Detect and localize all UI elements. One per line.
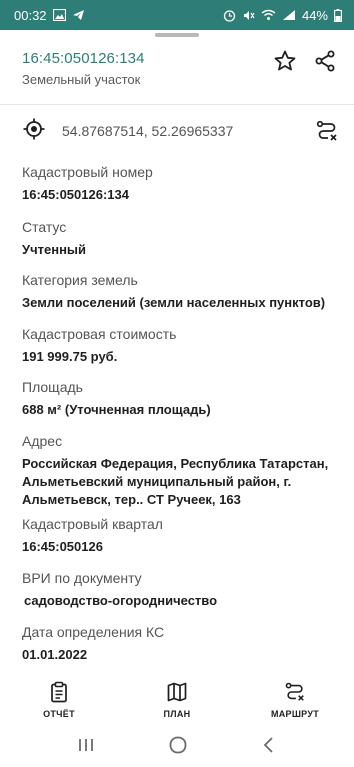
- field-value[interactable]: Земли поселений (земли населенных пункто…: [22, 294, 342, 312]
- field-value[interactable]: садоводство-огородничество: [22, 592, 342, 610]
- report-button[interactable]: ОТЧЁТ: [0, 675, 118, 727]
- field-label: ВРИ по документу: [22, 570, 142, 586]
- mute-icon: [242, 9, 255, 22]
- status-bar: 00:32 44%: [0, 0, 354, 30]
- cadastral-number-title: 16:45:050126:134: [22, 50, 145, 67]
- home-icon: [169, 736, 187, 753]
- telegram-icon: [72, 9, 85, 21]
- field-label: Кадастровый квартал: [22, 516, 163, 532]
- star-icon: [274, 50, 296, 71]
- field-cadastral-number: Кадастровый номер 16:45:050126:134: [22, 163, 342, 204]
- recent-apps-button[interactable]: [77, 737, 95, 758]
- sheet-drag-handle[interactable]: [155, 33, 199, 37]
- field-land-category: Категория земель Земли поселений (земли …: [22, 271, 342, 312]
- field-status: Статус Учтенный: [22, 218, 342, 259]
- field-valuation-date: Дата определения КС 01.01.2022: [22, 623, 342, 664]
- field-value[interactable]: 01.01.2022: [22, 646, 342, 664]
- signal-icon: [282, 9, 296, 21]
- object-header: 16:45:050126:134 Земельный участок: [22, 50, 340, 90]
- coordinates-text[interactable]: 54.87687514, 52.26965337: [62, 123, 233, 139]
- route-icon: [285, 682, 304, 701]
- bottom-action-bar: ОТЧЁТ ПЛАН МАРШРУТ: [0, 675, 354, 727]
- field-label: Дата определения КС: [22, 624, 165, 640]
- crosshair-icon[interactable]: [22, 117, 46, 146]
- coordinates-row: 54.87687514, 52.26965337: [22, 116, 340, 146]
- route-label: МАРШРУТ: [270, 709, 320, 719]
- field-cadastral-quarter: Кадастровый квартал 16:45:050126: [22, 515, 342, 556]
- back-button[interactable]: [261, 736, 277, 759]
- field-label: Адрес: [22, 433, 63, 449]
- share-icon: [315, 50, 335, 72]
- field-area: Площадь 688 м² (Уточненная площадь): [22, 378, 342, 419]
- address-line[interactable]: Альметьевский муниципальный район, г.: [22, 473, 342, 491]
- battery-icon: [334, 8, 342, 22]
- plan-label: ПЛАН: [163, 709, 191, 719]
- address-line[interactable]: Альметьевск, тер.. СТ Ручеек, 163: [22, 491, 342, 509]
- route-nav-button[interactable]: МАРШРУТ: [236, 675, 354, 727]
- field-address: Адрес Российская Федерация, Республика Т…: [22, 432, 342, 509]
- field-value[interactable]: Учтенный: [22, 241, 342, 259]
- battery-percent: 44%: [301, 7, 328, 23]
- field-label: Площадь: [22, 379, 83, 395]
- home-button[interactable]: [168, 735, 188, 760]
- share-button[interactable]: [312, 48, 338, 74]
- field-value[interactable]: 191 999.75 руб.: [22, 348, 342, 366]
- field-label: Категория земель: [22, 272, 138, 288]
- back-icon: [264, 736, 273, 753]
- favorite-button[interactable]: [272, 48, 298, 74]
- field-value[interactable]: 688 м² (Уточненная площадь): [22, 401, 342, 419]
- plan-button[interactable]: ПЛАН: [118, 675, 236, 727]
- field-label: Кадастровый номер: [22, 164, 153, 180]
- field-label: Кадастровая стоимость: [22, 326, 177, 342]
- report-label: ОТЧЁТ: [43, 709, 75, 719]
- object-type-subtitle: Земельный участок: [22, 72, 141, 87]
- recent-apps-icon: [78, 738, 93, 751]
- field-label: Статус: [22, 219, 67, 235]
- system-navigation-bar: [0, 727, 354, 767]
- wifi-icon: [261, 9, 276, 21]
- route-icon: [316, 120, 337, 141]
- field-permitted-use: ВРИ по документу садоводство-огородничес…: [22, 569, 342, 610]
- map-icon: [167, 682, 187, 702]
- field-value[interactable]: 16:45:050126: [22, 538, 342, 556]
- route-button[interactable]: [314, 118, 340, 144]
- gallery-icon: [52, 9, 66, 21]
- address-line[interactable]: Российская Федерация, Республика Татарст…: [22, 455, 342, 473]
- field-value[interactable]: 16:45:050126:134: [22, 186, 342, 204]
- status-time: 00:32: [14, 7, 47, 23]
- header-divider: [0, 104, 354, 105]
- field-cadastral-value: Кадастровая стоимость 191 999.75 руб.: [22, 325, 342, 366]
- alarm-icon: [223, 9, 236, 22]
- clipboard-icon: [51, 681, 67, 703]
